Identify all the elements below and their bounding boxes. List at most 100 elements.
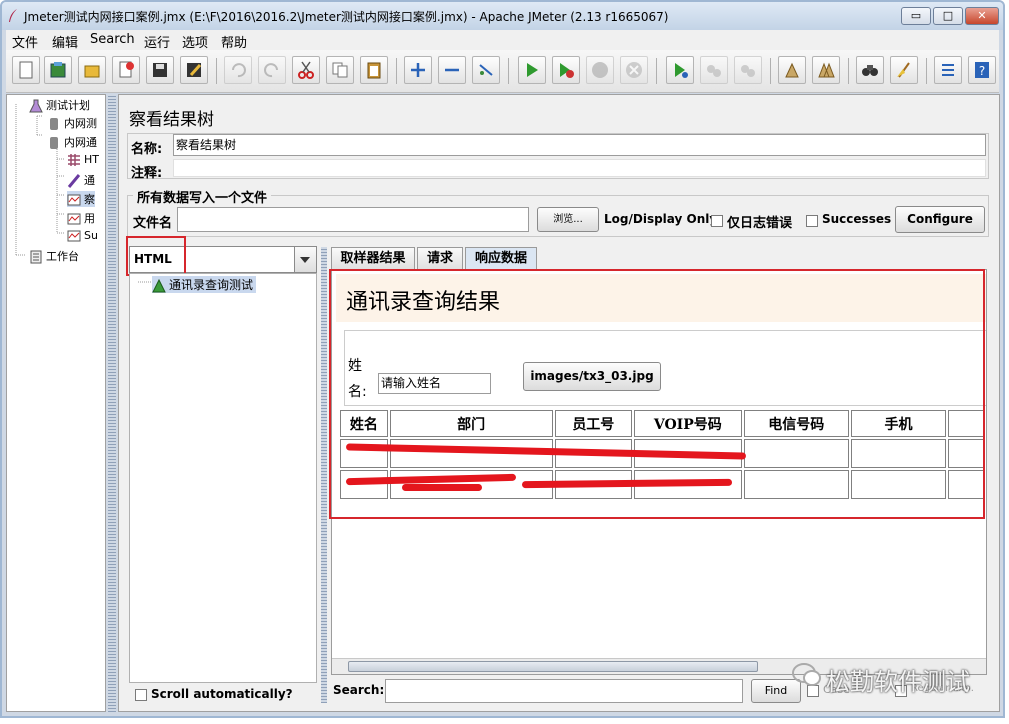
function-helper-button[interactable] <box>934 56 962 84</box>
menu-search[interactable]: Search <box>90 32 135 47</box>
errors-only-checkbox[interactable] <box>711 215 723 227</box>
remote-stop-icon <box>707 65 721 77</box>
open-button[interactable] <box>78 56 106 84</box>
thread-group-icon <box>47 117 61 131</box>
collapse-all-button[interactable] <box>438 56 466 84</box>
menu-run[interactable]: 运行 <box>144 32 170 51</box>
tree-item-view-results-tree[interactable]: 察 <box>67 191 95 207</box>
comment-label: 注释: <box>131 166 163 181</box>
toolbar: ? <box>6 50 999 93</box>
undo-button[interactable] <box>224 56 252 84</box>
start-no-pause-button[interactable] <box>552 56 580 84</box>
paste-button[interactable] <box>360 56 388 84</box>
new-button[interactable] <box>12 56 40 84</box>
tree-item-thread-group-2[interactable]: 内网通 <box>47 134 97 150</box>
response-highlight-box <box>329 269 985 519</box>
remote-stop-button[interactable] <box>700 56 728 84</box>
redo-icon <box>264 63 278 78</box>
menu-help[interactable]: 帮助 <box>221 32 247 51</box>
shutdown-icon <box>626 62 642 78</box>
panel-title: 察看结果树 <box>129 110 214 130</box>
scroll-auto-label: Scroll automatically? <box>151 687 293 701</box>
tree-item-http-request[interactable]: HT <box>67 153 99 167</box>
function-helper-icon <box>942 64 954 76</box>
cut-icon <box>298 61 314 79</box>
thread-group-icon <box>47 136 61 150</box>
tab-response-data[interactable]: 响应数据 <box>465 247 537 269</box>
jmeter-feather-icon <box>9 9 17 22</box>
templates-button[interactable] <box>44 56 72 84</box>
save-as-icon <box>187 63 202 77</box>
result-item[interactable]: 通讯录查询测试 <box>152 276 257 293</box>
save-icon <box>153 63 167 77</box>
copy-icon <box>332 62 348 78</box>
menu-bar: 文件 编辑 Search 运行 选项 帮助 <box>6 30 999 51</box>
tree-item-summary[interactable]: Su <box>67 229 98 243</box>
menu-edit[interactable]: 编辑 <box>52 32 78 51</box>
tab-request[interactable]: 请求 <box>417 247 463 269</box>
tab-sampler-result[interactable]: 取样器结果 <box>331 247 415 269</box>
configure-button[interactable]: Configure <box>895 206 985 233</box>
result-tabs: 取样器结果 请求 响应数据 <box>331 247 991 269</box>
search-button[interactable] <box>856 56 884 84</box>
toolbar-separator <box>508 58 509 84</box>
save-as-button[interactable] <box>180 56 208 84</box>
list-splitter[interactable] <box>321 247 327 703</box>
chevron-down-icon[interactable] <box>294 247 316 272</box>
log-display-label: Log/Display Only: <box>604 212 722 226</box>
filename-field[interactable] <box>177 207 529 232</box>
minimize-button[interactable]: ▭ <box>901 7 931 25</box>
scroll-thumb[interactable] <box>348 661 758 672</box>
close-file-button[interactable] <box>112 56 140 84</box>
tree-item-assertion[interactable]: 通 <box>67 172 95 188</box>
save-button[interactable] <box>146 56 174 84</box>
name-field[interactable]: 察看结果树 <box>173 134 986 156</box>
stop-button[interactable] <box>586 56 614 84</box>
start-button[interactable] <box>518 56 546 84</box>
toolbar-separator <box>926 58 927 84</box>
stop-icon <box>592 62 608 78</box>
listener-icon <box>67 212 81 226</box>
shutdown-button[interactable] <box>620 56 648 84</box>
help-button[interactable]: ? <box>968 56 996 84</box>
tree-item-workbench[interactable]: 工作台 <box>29 248 79 264</box>
toolbar-separator <box>656 58 657 84</box>
menu-file[interactable]: 文件 <box>12 32 38 51</box>
undo-icon <box>232 63 246 78</box>
expand-all-button[interactable] <box>404 56 432 84</box>
clear-icon <box>785 62 799 78</box>
tree-item-listener-2[interactable]: 用 <box>67 210 95 226</box>
remote-start-button[interactable] <box>666 56 694 84</box>
redo-button[interactable] <box>258 56 286 84</box>
start-icon <box>527 63 538 77</box>
paste-icon <box>367 62 381 79</box>
scroll-auto-checkbox[interactable] <box>135 689 147 701</box>
successes-checkbox[interactable] <box>806 215 818 227</box>
name-label: 名称: <box>131 142 163 157</box>
remote-shutdown-button[interactable] <box>734 56 762 84</box>
copy-button[interactable] <box>326 56 354 84</box>
toolbar-separator <box>770 58 771 84</box>
close-button[interactable]: ✕ <box>965 7 999 25</box>
clear-button[interactable] <box>778 56 806 84</box>
collapse-icon <box>445 68 459 72</box>
pane-splitter[interactable] <box>108 94 116 712</box>
window-title: Jmeter测试内网接口案例.jmx (E:\F\2016\2016.2\Jme… <box>24 10 669 24</box>
remote-start-icon <box>675 63 688 78</box>
http-request-icon <box>67 153 81 167</box>
toggle-button[interactable] <box>472 56 500 84</box>
search-input[interactable] <box>385 679 743 703</box>
clear-all-button[interactable] <box>812 56 840 84</box>
search-label: Search: <box>333 683 385 697</box>
reset-search-button[interactable] <box>890 56 918 84</box>
browse-button[interactable]: 浏览... <box>537 207 599 232</box>
templates-icon <box>50 62 66 78</box>
tree-item-test-plan[interactable]: 测试计划 <box>29 97 90 113</box>
maximize-button[interactable]: □ <box>933 7 963 25</box>
start-no-pause-icon <box>560 63 574 78</box>
comment-field[interactable] <box>173 159 986 177</box>
menu-options[interactable]: 选项 <box>182 32 208 51</box>
tree-item-thread-group-1[interactable]: 内网测 <box>47 115 97 131</box>
results-list: 通讯录查询测试 <box>129 273 317 683</box>
cut-button[interactable] <box>292 56 320 84</box>
